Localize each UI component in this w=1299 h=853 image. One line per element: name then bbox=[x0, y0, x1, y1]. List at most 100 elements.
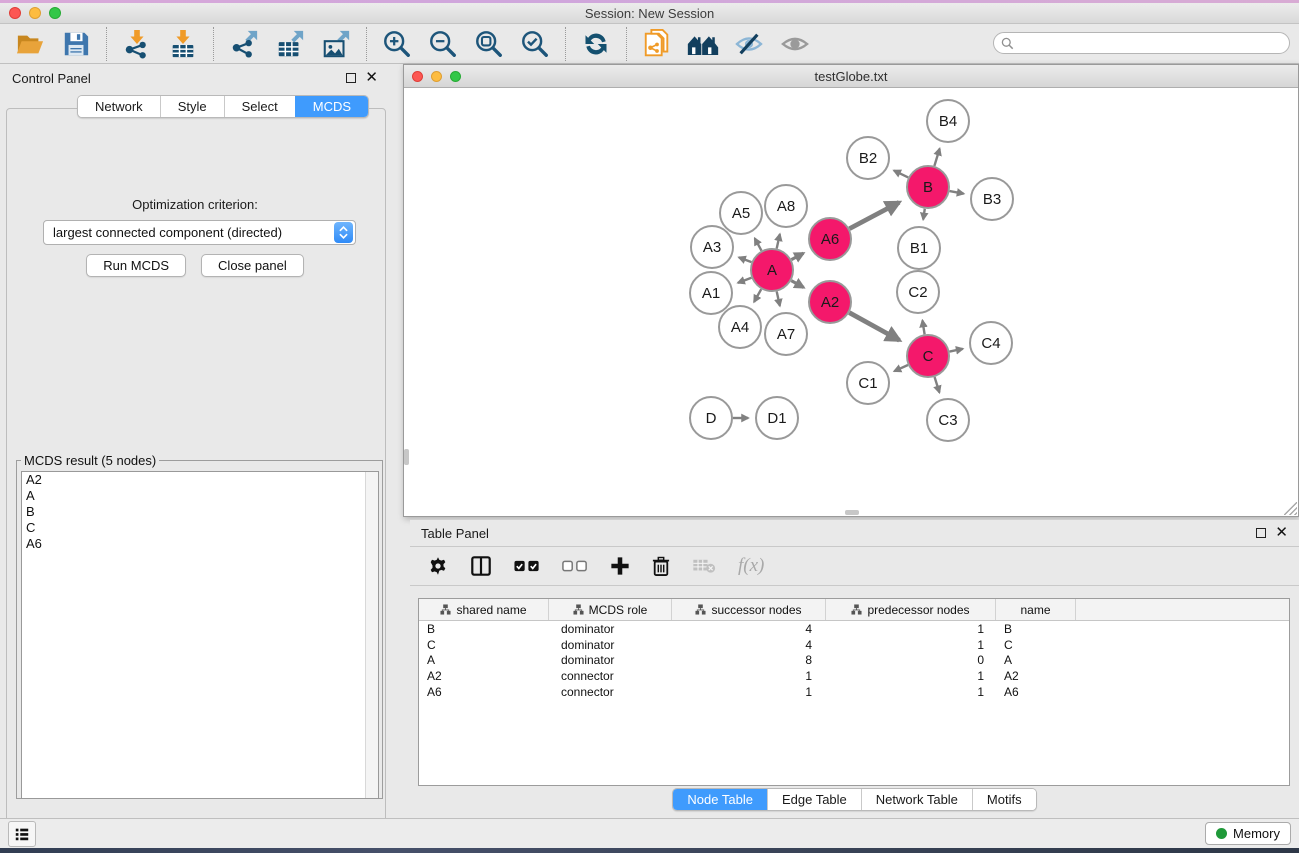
table-row[interactable]: A2connector11A2 bbox=[419, 668, 1289, 684]
float-panel-icon[interactable] bbox=[346, 73, 356, 83]
table-cell[interactable]: dominator bbox=[549, 638, 672, 652]
table-row[interactable]: Cdominator41C bbox=[419, 637, 1289, 653]
table-cell[interactable]: A6 bbox=[996, 685, 1076, 699]
table-row[interactable]: A6connector11A6 bbox=[419, 684, 1289, 700]
network-graph[interactable]: B4B2BB3A8A5A6A3B1AC2A1A2A4A7C4CC1C3DD1 bbox=[404, 88, 1298, 516]
first-neighbors-icon[interactable] bbox=[687, 28, 719, 60]
node-table[interactable]: shared name MCDS role successor nodes pr… bbox=[418, 598, 1290, 786]
table-cell[interactable]: connector bbox=[549, 685, 672, 699]
table-cell[interactable]: 1 bbox=[826, 669, 996, 683]
close-panel-button[interactable]: Close panel bbox=[201, 254, 304, 277]
table-cell[interactable]: C bbox=[996, 638, 1076, 652]
close-panel-icon[interactable]: ✕ bbox=[365, 73, 378, 83]
table-cell[interactable]: 1 bbox=[672, 669, 826, 683]
graph-edge-A6-B[interactable] bbox=[849, 202, 899, 228]
graph-node-B1[interactable]: B1 bbox=[898, 227, 940, 269]
mcds-result-list[interactable]: A2ABCA6 bbox=[21, 471, 379, 799]
tab-select[interactable]: Select bbox=[224, 96, 295, 117]
table-cell[interactable]: 8 bbox=[672, 653, 826, 667]
table-row[interactable]: Adominator80A bbox=[419, 652, 1289, 668]
show-graphics-details-icon[interactable] bbox=[779, 28, 811, 60]
graph-node-A4[interactable]: A4 bbox=[719, 306, 761, 348]
table-cell[interactable]: 1 bbox=[672, 685, 826, 699]
column-header-predecessor-nodes[interactable]: predecessor nodes bbox=[826, 599, 996, 620]
graph-node-D[interactable]: D bbox=[690, 397, 732, 439]
hide-graphics-details-icon[interactable] bbox=[733, 28, 765, 60]
graph-edge-B-B2[interactable] bbox=[894, 171, 908, 178]
tab-network[interactable]: Network bbox=[78, 96, 160, 117]
graph-node-B3[interactable]: B3 bbox=[971, 178, 1013, 220]
refresh-icon[interactable] bbox=[580, 28, 612, 60]
graph-node-B4[interactable]: B4 bbox=[927, 100, 969, 142]
vertical-scrollbar-thumb[interactable] bbox=[404, 449, 409, 465]
table-cell[interactable]: 1 bbox=[826, 685, 996, 699]
deselect-all-checks-icon[interactable] bbox=[562, 559, 588, 573]
table-cell[interactable]: 1 bbox=[826, 622, 996, 636]
graph-edge-A-A6[interactable] bbox=[791, 253, 803, 259]
tab-network-table[interactable]: Network Table bbox=[861, 789, 972, 810]
table-row[interactable]: Bdominator41B bbox=[419, 621, 1289, 637]
graph-edge-B-B1[interactable] bbox=[923, 209, 925, 220]
show-column-icon[interactable] bbox=[470, 555, 492, 577]
tab-mcds[interactable]: MCDS bbox=[295, 96, 368, 117]
optimization-criterion-select[interactable]: largest connected component (directed) bbox=[43, 220, 356, 245]
network-canvas[interactable]: B4B2BB3A8A5A6A3B1AC2A1A2A4A7C4CC1C3DD1 bbox=[404, 88, 1298, 516]
save-session-icon[interactable] bbox=[60, 28, 92, 60]
table-cell[interactable]: C bbox=[419, 638, 549, 652]
scrollbar-track[interactable] bbox=[365, 472, 378, 798]
graph-edge-A-A3[interactable] bbox=[739, 257, 752, 262]
tab-node-table[interactable]: Node Table bbox=[673, 789, 767, 810]
graph-edge-A-A8[interactable] bbox=[777, 234, 780, 248]
graph-node-A2[interactable]: A2 bbox=[809, 281, 851, 323]
delete-column-icon[interactable] bbox=[652, 556, 670, 577]
column-header-mcds-role[interactable]: MCDS role bbox=[549, 599, 672, 620]
duplicate-network-icon[interactable] bbox=[641, 28, 673, 60]
network-window-titlebar[interactable]: testGlobe.txt bbox=[404, 65, 1298, 88]
graph-node-C1[interactable]: C1 bbox=[847, 362, 889, 404]
mcds-result-item[interactable]: B bbox=[22, 504, 378, 520]
horizontal-scrollbar-thumb[interactable] bbox=[845, 510, 859, 515]
tab-edge-table[interactable]: Edge Table bbox=[767, 789, 861, 810]
graph-node-A7[interactable]: A7 bbox=[765, 313, 807, 355]
search-box[interactable] bbox=[993, 32, 1290, 54]
graph-node-C3[interactable]: C3 bbox=[927, 399, 969, 441]
table-cell[interactable]: A2 bbox=[996, 669, 1076, 683]
table-cell[interactable]: A2 bbox=[419, 669, 549, 683]
column-header-shared-name[interactable]: shared name bbox=[419, 599, 549, 620]
show-panels-button[interactable] bbox=[8, 821, 36, 847]
close-table-panel-icon[interactable]: ✕ bbox=[1275, 528, 1288, 538]
column-header-name[interactable]: name bbox=[996, 599, 1076, 620]
graph-edge-C-C1[interactable] bbox=[894, 365, 908, 371]
table-cell[interactable]: 4 bbox=[672, 638, 826, 652]
graph-node-C[interactable]: C bbox=[907, 335, 949, 377]
graph-edge-C-C4[interactable] bbox=[950, 349, 963, 352]
table-cell[interactable]: dominator bbox=[549, 622, 672, 636]
tab-style[interactable]: Style bbox=[160, 96, 224, 117]
open-session-icon[interactable] bbox=[14, 28, 46, 60]
table-cell[interactable]: A bbox=[419, 653, 549, 667]
float-table-panel-icon[interactable] bbox=[1256, 528, 1266, 538]
tab-motifs[interactable]: Motifs bbox=[972, 789, 1036, 810]
export-network-icon[interactable] bbox=[228, 28, 260, 60]
table-cell[interactable]: 1 bbox=[826, 638, 996, 652]
zoom-selected-icon[interactable] bbox=[519, 28, 551, 60]
table-cell[interactable]: 0 bbox=[826, 653, 996, 667]
zoom-fit-icon[interactable] bbox=[473, 28, 505, 60]
resize-grip-icon[interactable] bbox=[1284, 502, 1297, 515]
table-cell[interactable]: B bbox=[419, 622, 549, 636]
graph-node-A[interactable]: A bbox=[751, 249, 793, 291]
graph-node-A1[interactable]: A1 bbox=[690, 272, 732, 314]
graph-edge-A-A5[interactable] bbox=[755, 238, 762, 250]
graph-node-C4[interactable]: C4 bbox=[970, 322, 1012, 364]
graph-edge-A-A4[interactable] bbox=[754, 289, 761, 302]
graph-node-A8[interactable]: A8 bbox=[765, 185, 807, 227]
run-mcds-button[interactable]: Run MCDS bbox=[86, 254, 186, 277]
column-header-successor-nodes[interactable]: successor nodes bbox=[672, 599, 826, 620]
table-cell[interactable]: connector bbox=[549, 669, 672, 683]
graph-edge-B-B3[interactable] bbox=[950, 191, 964, 194]
graph-edge-B-B4[interactable] bbox=[934, 149, 939, 166]
mcds-result-item[interactable]: A2 bbox=[22, 472, 378, 488]
import-network-icon[interactable] bbox=[121, 28, 153, 60]
export-table-icon[interactable] bbox=[274, 28, 306, 60]
settings-gear-icon[interactable] bbox=[428, 556, 448, 576]
